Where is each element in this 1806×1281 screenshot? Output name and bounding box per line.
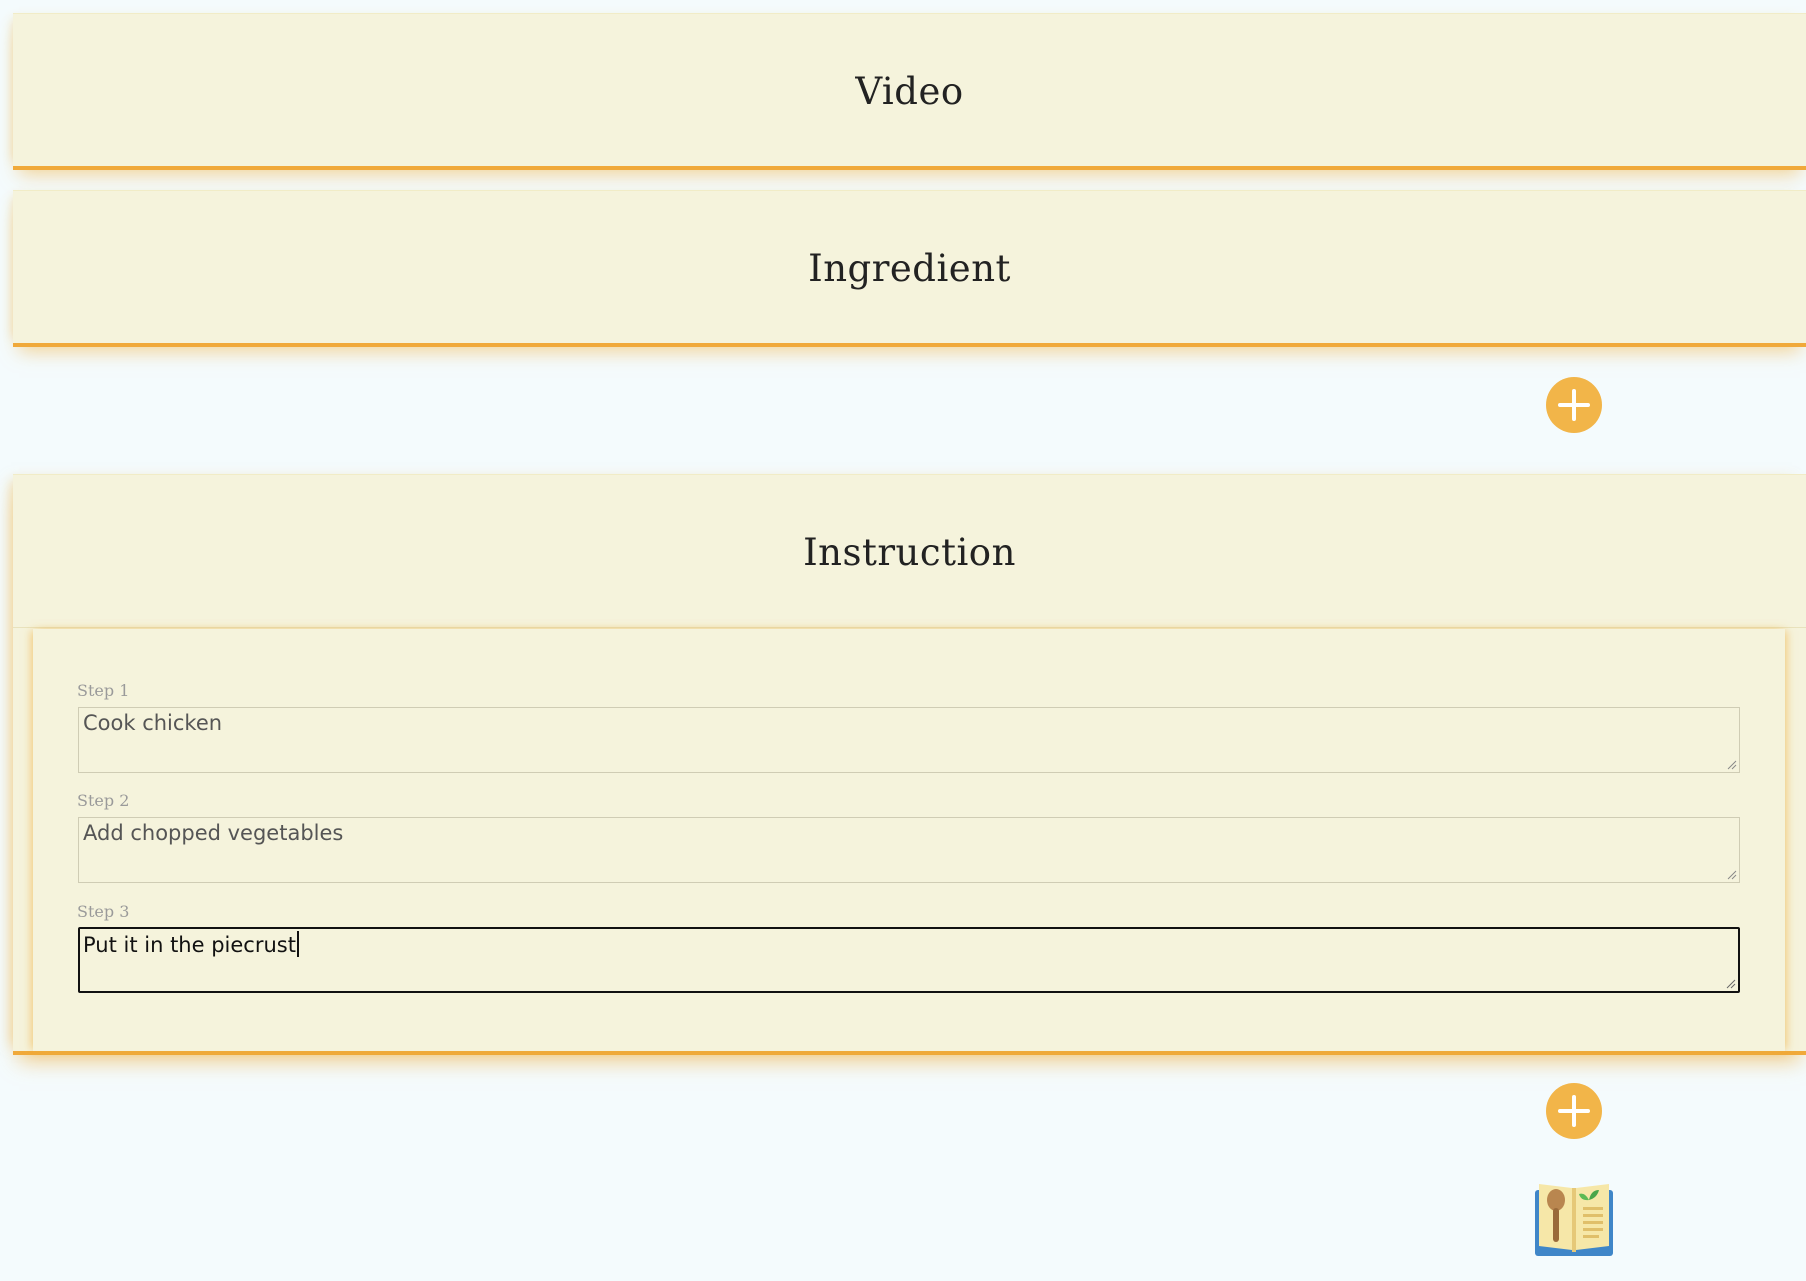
recipe-editor: Video Ingredient Instruction Step 1 Cook… xyxy=(0,0,1806,1281)
step-3-input[interactable]: Put it in the piecrust xyxy=(78,927,1740,993)
text-caret xyxy=(296,931,299,957)
cookbook-icon[interactable] xyxy=(1533,1180,1615,1258)
step-1-input[interactable]: Cook chicken xyxy=(78,707,1740,773)
step-3-text: Put it in the piecrust xyxy=(83,933,296,957)
step-1-label: Step 1 xyxy=(77,681,130,700)
ingredient-section[interactable]: Ingredient xyxy=(13,190,1806,343)
step-3-label: Step 3 xyxy=(77,902,130,921)
add-ingredient-button[interactable] xyxy=(1546,377,1602,433)
divider xyxy=(13,627,1806,628)
video-section[interactable]: Video xyxy=(13,13,1806,166)
steps-card: Step 1 Cook chicken Step 2 Add chopped v… xyxy=(33,629,1785,1051)
step-2-label: Step 2 xyxy=(77,791,130,810)
instruction-section: Instruction Step 1 Cook chicken Step 2 A… xyxy=(13,474,1806,1051)
resize-handle-icon[interactable] xyxy=(1725,868,1737,880)
resize-handle-icon[interactable] xyxy=(1724,977,1736,989)
video-section-title: Video xyxy=(855,70,964,113)
step-2-text: Add chopped vegetables xyxy=(83,821,344,845)
step-1-text: Cook chicken xyxy=(83,711,223,735)
instruction-section-title: Instruction xyxy=(803,531,1016,574)
add-step-button[interactable] xyxy=(1546,1083,1602,1139)
ingredient-section-title: Ingredient xyxy=(808,247,1011,290)
step-2-input[interactable]: Add chopped vegetables xyxy=(78,817,1740,883)
plus-icon xyxy=(1558,1095,1590,1127)
resize-handle-icon[interactable] xyxy=(1725,758,1737,770)
plus-icon xyxy=(1558,389,1590,421)
